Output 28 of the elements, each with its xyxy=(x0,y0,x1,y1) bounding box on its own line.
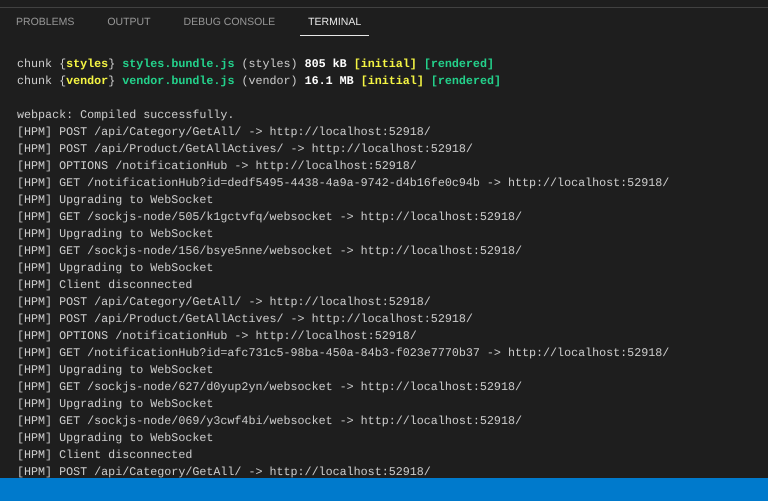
panel-tab[interactable]: TERMINAL xyxy=(300,12,370,36)
terminal-line: [HPM] Upgrading to WebSocket xyxy=(17,362,214,379)
terminal-line: [HPM] GET /sockjs-node/627/d0yup2yn/websocket -> http://localhost:52918/ xyxy=(17,379,522,396)
terminal-line: [HPM] GET /sockjs-node/069/y3cwf4bi/websocket -> http://localhost:52918/ xyxy=(17,413,522,430)
terminal-line: [HPM] Upgrading to WebSocket xyxy=(17,260,214,277)
terminal-line: [HPM] Client disconnected xyxy=(17,447,192,464)
terminal-line: [HPM] Upgrading to WebSocket xyxy=(17,430,214,447)
terminal-line: [HPM] OPTIONS /notificationHub -> http://localhost:52918/ xyxy=(17,158,417,175)
terminal-line: [HPM] POST /api/Category/GetAll/ -> http://localhost:52918/ xyxy=(17,124,431,141)
terminal-line: [HPM] GET /notificationHub?id=dedf5495-4438-4a9a-9742-d4b16fe0c94b -> http://localhost:52918/ xyxy=(17,175,670,192)
terminal-line: [HPM] POST /api/Product/GetAllActives/ -> http://localhost:52918/ xyxy=(17,311,473,328)
terminal-line: [HPM] Upgrading to WebSocket xyxy=(17,192,214,209)
terminal-line: [HPM] OPTIONS /notificationHub -> http://localhost:52918/ xyxy=(17,328,417,345)
terminal-line: chunk {vendor} vendor.bundle.js (vendor) 16.1 MB [initial] [rendered] xyxy=(17,73,501,90)
panel-tab[interactable]: OUTPUT xyxy=(99,12,159,36)
terminal-line: [HPM] POST /api/Category/GetAll/ -> http://localhost:52918/ xyxy=(17,464,431,478)
terminal-line: [HPM] POST /api/Product/GetAllActives/ -> http://localhost:52918/ xyxy=(17,141,473,158)
terminal-line: [HPM] GET /sockjs-node/505/k1gctvfq/websocket -> http://localhost:52918/ xyxy=(17,209,522,226)
terminal-line: [HPM] Upgrading to WebSocket xyxy=(17,396,214,413)
terminal-line: webpack: Compiled successfully. xyxy=(17,107,234,124)
terminal-line: [HPM] POST /api/Category/GetAll/ -> http://localhost:52918/ xyxy=(17,294,431,311)
terminal-line: [HPM] Upgrading to WebSocket xyxy=(17,226,214,243)
terminal-line: [HPM] GET /sockjs-node/156/bsye5nne/websocket -> http://localhost:52918/ xyxy=(17,243,522,260)
panel-tab[interactable]: DEBUG CONSOLE xyxy=(176,12,284,36)
terminal-line: [HPM] GET /notificationHub?id=afc731c5-98ba-450a-84b3-f023e7770b37 -> http://localhost:52918/ xyxy=(17,345,670,362)
panel-tab[interactable]: PROBLEMS xyxy=(8,12,82,36)
terminal-line: [HPM] Client disconnected xyxy=(17,277,192,294)
terminal-line: chunk {styles} styles.bundle.js (styles) 805 kB [initial] [rendered] xyxy=(17,56,494,73)
